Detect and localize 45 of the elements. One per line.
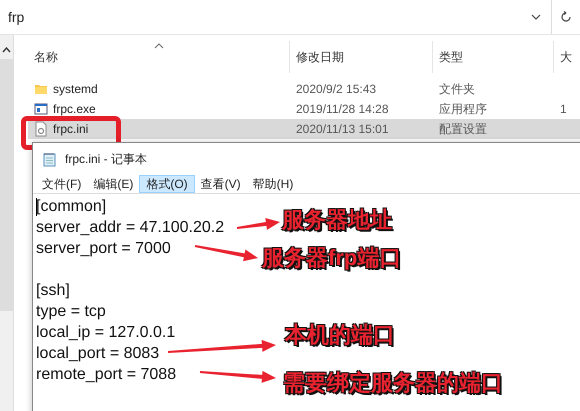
settings-file-icon [34, 121, 48, 137]
annotation-label: 服务器地址 [282, 206, 392, 234]
text-line: remote_port = 7088 [36, 366, 176, 383]
file-row[interactable]: frpc.exe 2019/11/28 14:28 应用程序 1 [28, 99, 580, 119]
text-line: [common] [36, 198, 106, 215]
file-type: 配置设置 [439, 120, 487, 138]
notepad-icon [43, 152, 57, 166]
chevron-down-icon[interactable] [531, 14, 541, 20]
menu-item[interactable]: 帮助(H) [246, 175, 300, 193]
file-name: frpc.exe [53, 102, 96, 116]
text-line: [ssh] [36, 282, 70, 299]
scrollbar-thumb[interactable] [0, 59, 13, 311]
file-date: 2019/11/28 14:28 [296, 102, 389, 116]
menu-item[interactable]: 文件(F) [36, 175, 88, 193]
menu-item[interactable]: 格式(O) [139, 175, 195, 193]
text-line: local_ip = 127.0.0.1 [36, 324, 176, 341]
column-header[interactable]: 类型 [433, 41, 554, 73]
file-name: frpc.ini [53, 122, 88, 136]
sort-caret-icon [154, 43, 164, 49]
annotation-label: 本机的端口 [285, 321, 395, 349]
application-icon [34, 102, 48, 116]
column-header[interactable]: 名称 [28, 41, 290, 73]
file-type: 文件夹 [439, 80, 475, 98]
menu-item[interactable]: 查看(V) [194, 175, 247, 193]
column-header[interactable]: 修改日期 [290, 41, 433, 73]
file-row[interactable]: systemd 2020/9/2 15:43 文件夹 [28, 79, 580, 99]
text-line: type = tcp [36, 303, 106, 320]
menu-item[interactable]: 编辑(E) [87, 175, 140, 193]
address-field[interactable]: frp [0, 0, 552, 34]
folder-icon [34, 82, 48, 96]
file-type: 应用程序 [439, 100, 487, 118]
annotation-label: 需要绑定服务器的端口 [283, 369, 503, 397]
file-date: 2020/11/13 15:01 [296, 122, 389, 136]
window-title: frpc.ini - 记事本 [65, 150, 148, 168]
text-line: server_port = 7000 [36, 240, 171, 257]
text-line: server_addr = 47.100.20.2 [36, 219, 224, 236]
refresh-icon[interactable] [560, 11, 572, 23]
annotation-label: 服务器frp端口 [262, 244, 402, 272]
file-size: 1 [560, 102, 567, 116]
text-line: local_port = 8083 [36, 345, 160, 362]
file-date: 2020/9/2 15:43 [296, 82, 376, 96]
file-row[interactable]: frpc.ini 2020/11/13 15:01 配置设置 [28, 119, 580, 139]
scroll-up-icon[interactable] [2, 47, 11, 53]
column-header[interactable]: 大 [554, 41, 580, 73]
file-name: systemd [53, 82, 98, 96]
